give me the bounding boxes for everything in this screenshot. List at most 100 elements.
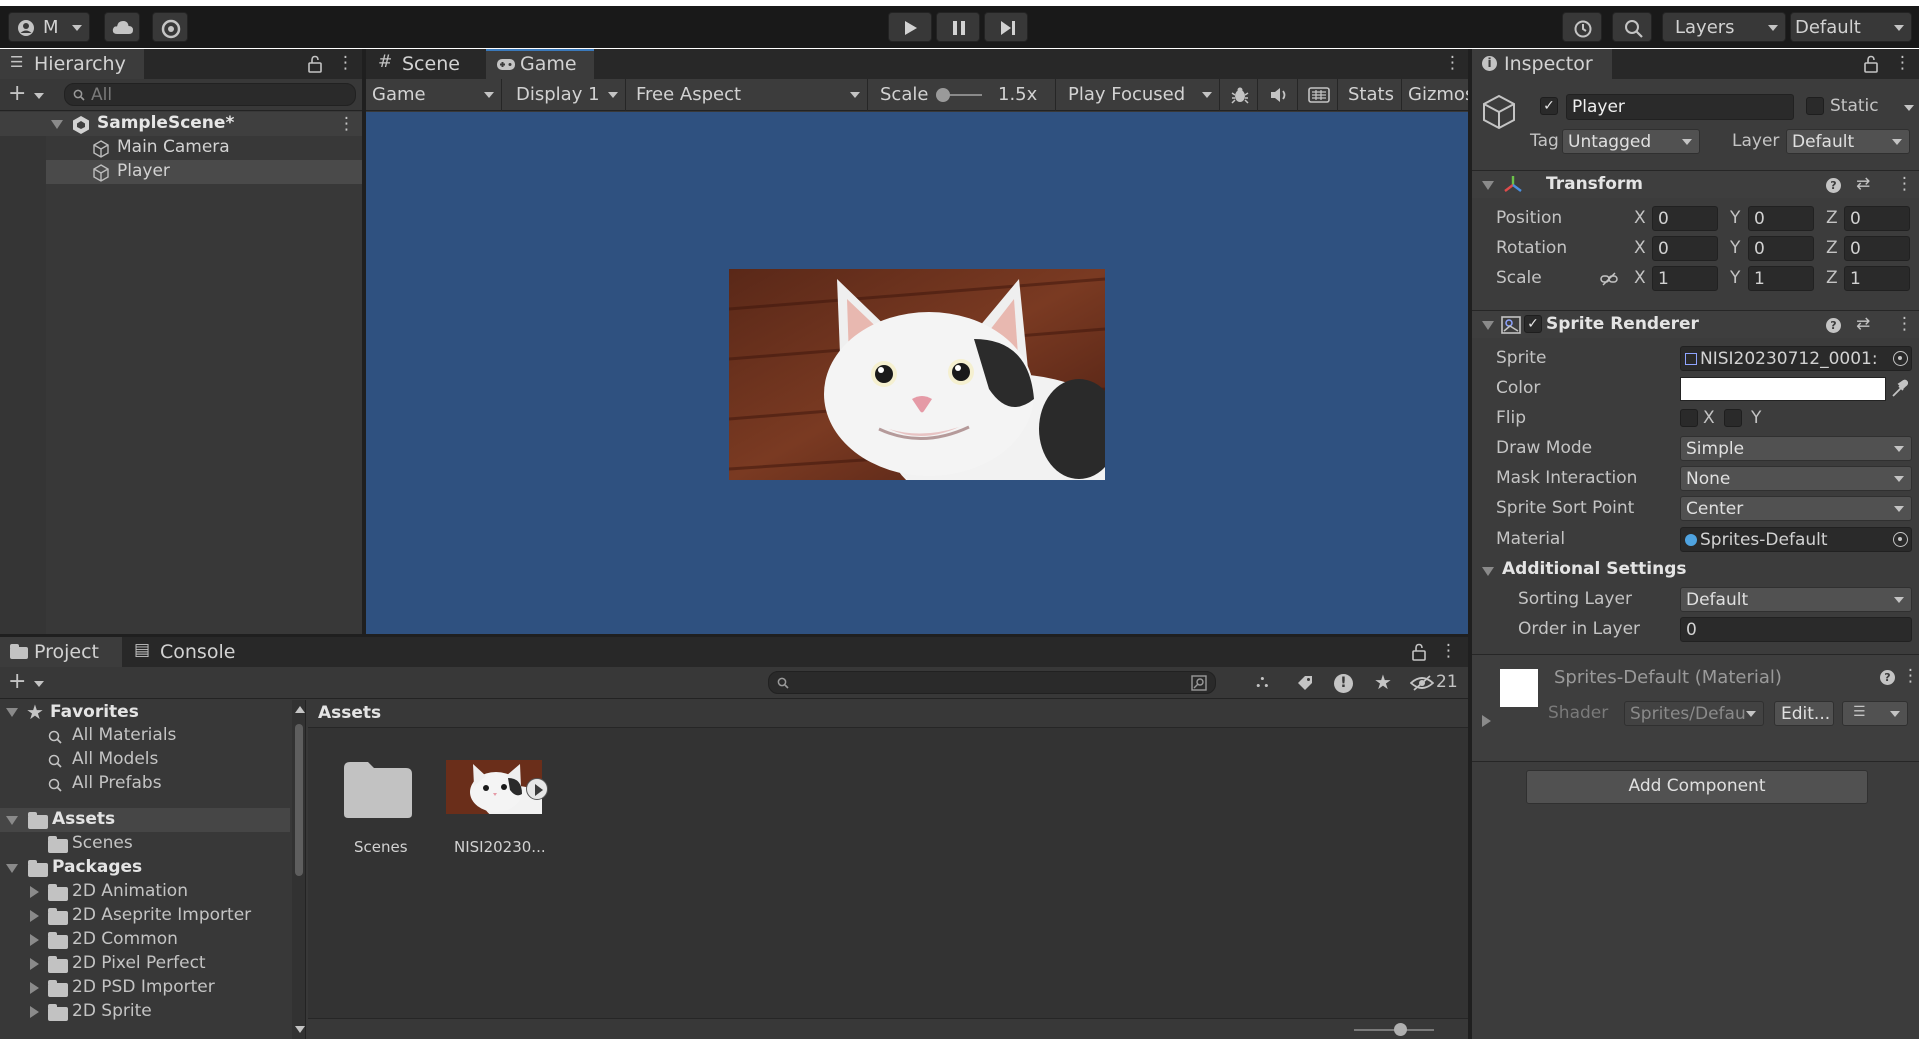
lock-icon[interactable] [308,55,322,73]
asset-item-sprite-texture[interactable]: NISI20230... [442,748,550,858]
chevron-down-icon[interactable] [34,681,44,687]
stats-button[interactable]: Stats [1340,79,1402,111]
transform-header[interactable]: Transform ? ⇄ ⋮ [1472,170,1919,198]
collapse-icon[interactable] [6,708,18,717]
scene-row[interactable]: SampleScene* ⋮ [0,112,362,136]
help-icon[interactable]: ? [1826,318,1841,333]
tab-inspector[interactable]: i Inspector [1472,49,1612,79]
add-icon[interactable]: + [8,671,26,693]
search-filter-icon[interactable] [1191,675,1207,691]
tree-scrollbar[interactable] [292,700,305,1039]
package-2d-sprite[interactable]: 2D Sprite [0,1000,290,1024]
add-icon[interactable]: + [8,83,26,105]
order-in-layer-input[interactable]: 0 [1680,617,1912,642]
pause-button[interactable] [936,12,980,42]
layers-dropdown[interactable]: Layers [1662,12,1786,42]
play-button[interactable] [888,12,932,42]
hierarchy-item-player[interactable]: Player [46,160,362,184]
help-icon[interactable]: ? [1880,670,1895,685]
rotation-y-input[interactable]: 0 [1748,236,1814,261]
more-menu-icon[interactable]: ⋮ [338,116,355,133]
additional-settings-title[interactable]: Additional Settings [1502,559,1687,579]
tab-hierarchy[interactable]: ☰ Hierarchy [0,49,144,79]
expand-icon[interactable] [51,120,63,129]
flip-x-checkbox[interactable] [1680,409,1698,427]
active-checkbox[interactable]: ✓ [1540,97,1558,115]
hierarchy-item-main-camera[interactable]: Main Camera [0,136,362,160]
favorite-all-prefabs[interactable]: All Prefabs [0,772,290,796]
edit-shader-button[interactable]: Edit... [1774,701,1834,726]
object-name-input[interactable]: Player [1566,94,1794,120]
tag-dropdown[interactable]: Untagged [1562,129,1700,154]
more-menu-icon[interactable]: ⋮ [337,55,354,72]
account-button[interactable]: M [8,12,90,42]
sprite-renderer-header[interactable]: ✓ Sprite Renderer ? ⇄ ⋮ [1472,310,1919,338]
add-component-button[interactable]: Add Component [1526,770,1868,804]
color-swatch[interactable] [1680,377,1886,401]
scroll-down-icon[interactable] [295,1026,305,1033]
tree-scenes-row[interactable]: Scenes [0,832,290,856]
shortcuts-button[interactable] [1300,79,1338,111]
play-mode-dropdown[interactable]: Play Focused [1060,79,1220,111]
gizmos-button[interactable]: Gizmos [1402,79,1468,111]
more-menu-icon[interactable]: ⋮ [1896,176,1913,193]
layer-dropdown[interactable]: Default [1786,129,1910,154]
more-menu-icon[interactable]: ⋮ [1444,55,1461,72]
favorite-all-materials[interactable]: All Materials [0,724,290,748]
shader-dropdown[interactable]: Sprites/Defau [1624,701,1764,726]
cloud-button[interactable] [104,12,140,42]
link-icon[interactable] [1600,271,1618,287]
step-button[interactable] [984,12,1028,42]
position-x-input[interactable]: 0 [1652,206,1718,231]
rotation-z-input[interactable]: 0 [1844,236,1910,261]
lock-icon[interactable] [1864,55,1878,73]
tab-console[interactable]: ▤ Console [122,637,252,667]
search-button[interactable] [1612,12,1652,42]
expand-icon[interactable] [30,934,39,946]
tree-packages-row[interactable]: Packages [0,856,290,880]
collapse-icon[interactable] [1482,181,1494,190]
collapse-icon[interactable] [1482,321,1494,330]
display-dropdown[interactable]: Display 1 [508,79,626,111]
scale-x-input[interactable]: 1 [1652,266,1718,291]
expand-icon[interactable] [30,910,39,922]
package-2d-psd-importer[interactable]: 2D PSD Importer [0,976,290,1000]
tab-game[interactable]: Game [486,49,594,79]
scale-slider[interactable]: Scale 1.5x [872,79,1056,111]
scale-slider-handle[interactable] [936,88,950,102]
log-warning-icon[interactable]: ! [1334,674,1353,693]
scale-z-input[interactable]: 1 [1844,266,1910,291]
scroll-up-icon[interactable] [295,706,305,713]
presets-icon[interactable]: ⇄ [1856,176,1870,193]
more-menu-icon[interactable]: ⋮ [1440,643,1457,660]
eyedropper-icon[interactable] [1890,379,1908,399]
more-menu-icon[interactable]: ⋮ [1902,668,1919,685]
undo-history-button[interactable] [1562,12,1602,42]
sprite-renderer-enabled-checkbox[interactable]: ✓ [1524,315,1542,333]
position-y-input[interactable]: 0 [1748,206,1814,231]
hidden-packages-icon[interactable] [1410,675,1434,691]
expand-icon[interactable] [1482,715,1491,727]
breadcrumb-assets[interactable]: Assets [318,703,381,723]
layout-dropdown[interactable]: Default [1790,12,1912,42]
collab-button[interactable] [152,12,188,42]
tab-project[interactable]: Project [0,637,122,667]
expand-icon[interactable] [30,1006,39,1018]
label-tag-icon[interactable] [1296,674,1314,692]
search-by-type-icon[interactable]: ⛬ [1256,673,1269,691]
game-viewport[interactable] [366,112,1468,634]
play-sprite-icon[interactable] [526,778,548,800]
material-object-field[interactable]: Sprites-Default [1680,527,1912,552]
collapse-icon[interactable] [1482,567,1494,576]
mask-interaction-dropdown[interactable]: None [1680,466,1912,491]
favorite-star-icon[interactable]: ★ [1374,672,1392,692]
lock-icon[interactable] [1412,643,1426,661]
sprite-sort-point-dropdown[interactable]: Center [1680,496,1912,521]
favorites-title[interactable]: Favorites [50,702,139,722]
expand-icon[interactable] [30,886,39,898]
more-menu-icon[interactable]: ⋮ [1894,55,1911,72]
position-z-input[interactable]: 0 [1844,206,1910,231]
scale-y-input[interactable]: 1 [1748,266,1814,291]
draw-mode-dropdown[interactable]: Simple [1680,436,1912,461]
collapse-icon[interactable] [6,816,18,825]
